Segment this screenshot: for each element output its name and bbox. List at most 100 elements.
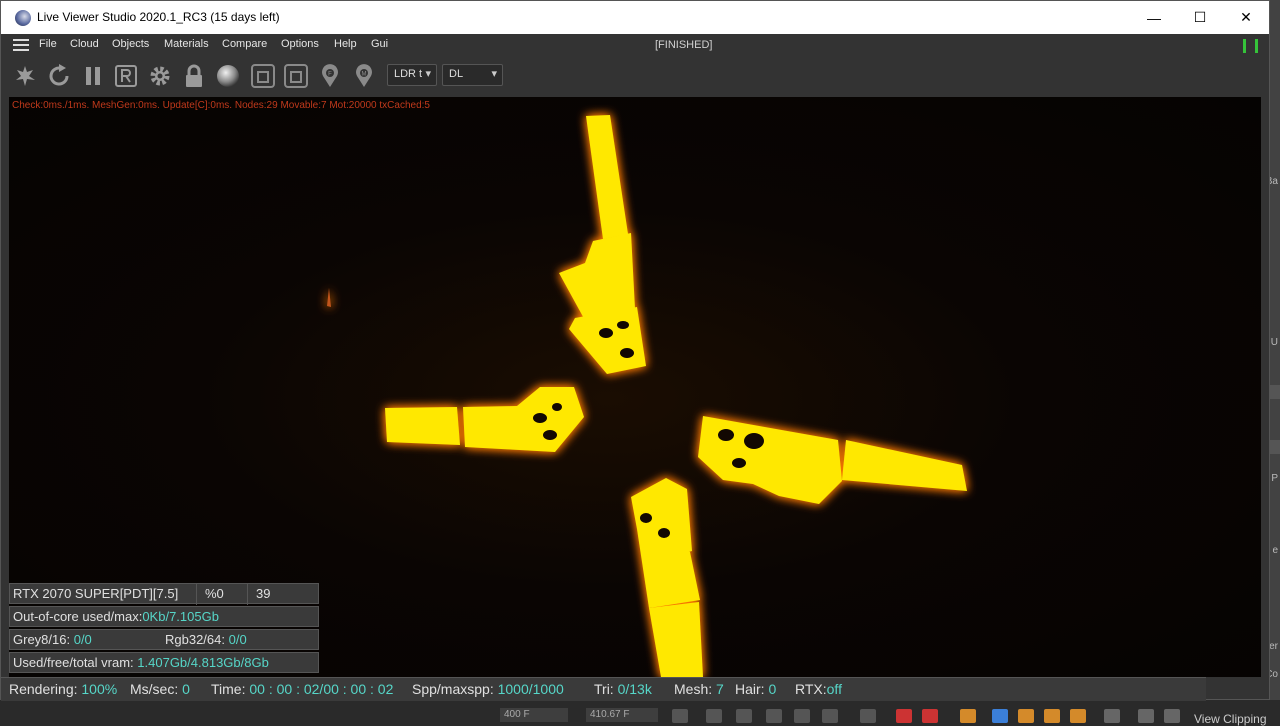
hamburger-menu-icon[interactable] xyxy=(13,39,29,51)
minimize-button[interactable]: — xyxy=(1131,1,1177,34)
pick-focus-icon[interactable]: F xyxy=(318,64,342,88)
pause-icon[interactable] xyxy=(81,64,105,88)
part-hole xyxy=(640,513,652,523)
out-of-core-row: Out-of-core used/max:0Kb/7.105Gb xyxy=(9,606,319,627)
part-hole xyxy=(732,458,746,468)
loop-icon[interactable] xyxy=(860,709,876,723)
part-hole xyxy=(599,328,613,338)
spp-label: Spp/maxspp: xyxy=(412,681,494,697)
scale-key-icon[interactable] xyxy=(1044,709,1060,723)
tri-value: 0/13k xyxy=(617,681,652,697)
rotate-key-icon[interactable] xyxy=(1018,709,1034,723)
svg-text:M: M xyxy=(362,72,367,78)
samples-per-pixel: Spp/maxspp: 1000/1000 xyxy=(412,681,564,697)
vram-row: Used/free/total vram: 1.407Gb/4.813Gb/8G… xyxy=(9,652,319,673)
view-clipping-label[interactable]: View Clipping xyxy=(1194,712,1267,726)
rgb-value: 0/0 xyxy=(228,632,247,647)
part-hole xyxy=(718,429,734,441)
clay-mode-alt-icon[interactable] xyxy=(284,64,308,88)
menu-objects[interactable]: Objects xyxy=(112,38,149,50)
go-start-icon[interactable] xyxy=(672,709,688,723)
menu-file[interactable]: File xyxy=(39,38,57,50)
tonemap-select[interactable]: LDR t ▾ xyxy=(387,64,437,86)
menu-options[interactable]: Options xyxy=(281,38,319,50)
rtx-status: RTX:off xyxy=(795,681,842,697)
rendered-propeller-parts xyxy=(327,115,967,677)
menu-gui[interactable]: Gui xyxy=(371,38,388,50)
menu-help[interactable]: Help xyxy=(334,38,357,50)
svg-text:F: F xyxy=(328,72,332,78)
rendered-part xyxy=(385,407,460,445)
render-status-label: [FINISHED] xyxy=(655,39,713,51)
rendering-label: Rendering: xyxy=(9,681,78,697)
menu-icon[interactable] xyxy=(1164,709,1180,723)
app-logo-icon xyxy=(15,10,31,26)
settings-gear-icon[interactable] xyxy=(148,64,172,88)
menu-materials[interactable]: Materials xyxy=(164,38,209,50)
param-key-icon[interactable] xyxy=(1070,709,1086,723)
close-button[interactable]: ✕ xyxy=(1223,1,1269,34)
host-frame-field[interactable]: 400 F xyxy=(500,708,568,722)
activity-indicator-icon xyxy=(1243,39,1263,53)
restart-icon[interactable] xyxy=(47,64,71,88)
kernel-select[interactable]: DL ▾ xyxy=(442,64,503,86)
title-bar[interactable]: Live Viewer Studio 2020.1_RC3 (15 days l… xyxy=(1,1,1269,34)
play-icon[interactable] xyxy=(766,709,782,723)
part-hole xyxy=(552,403,562,411)
part-hole xyxy=(620,348,634,358)
part-hole xyxy=(658,528,670,538)
rtx-label: RTX: xyxy=(795,681,827,697)
region-render-icon[interactable] xyxy=(114,64,138,88)
triangle-count: Tri: 0/13k xyxy=(594,681,652,697)
host-right-label: er xyxy=(1269,641,1278,652)
part-hole xyxy=(744,433,764,449)
part-hole xyxy=(533,413,547,423)
time-value: 00 : 00 : 02/00 : 00 : 02 xyxy=(249,681,394,697)
key-options-icon[interactable] xyxy=(960,709,976,723)
out-of-core-value: 0Kb/7.105Gb xyxy=(142,609,219,624)
material-ball-icon[interactable] xyxy=(216,64,240,88)
menu-compare[interactable]: Compare xyxy=(222,38,267,50)
rtx-value: off xyxy=(826,681,842,697)
pick-material-icon[interactable]: M xyxy=(352,64,376,88)
part-hole xyxy=(543,430,557,440)
clay-mode-icon[interactable] xyxy=(251,64,275,88)
prev-frame-icon[interactable] xyxy=(736,709,752,723)
host-app-timeline: 400 F 410.67 F View Clipping xyxy=(0,700,1280,726)
rendering-progress: Rendering: 100% xyxy=(9,681,117,697)
time-label: Time: xyxy=(211,681,246,697)
gpu-name: RTX 2070 SUPER[PDT][7.5] xyxy=(13,586,179,601)
menu-cloud[interactable]: Cloud xyxy=(70,38,99,50)
maximize-button[interactable]: ☐ xyxy=(1177,1,1223,34)
lock-icon[interactable] xyxy=(182,64,206,88)
rendered-part xyxy=(698,416,842,504)
gpu-temperature: 39 xyxy=(247,584,278,605)
rendered-part xyxy=(327,288,331,307)
ms-per-sec: Ms/sec: 0 xyxy=(130,681,190,697)
out-of-core-label: Out-of-core used/max: xyxy=(13,609,143,624)
rgb-label: Rgb32/64: xyxy=(165,632,225,647)
host-right-label: P xyxy=(1271,473,1278,484)
timeline-icon[interactable] xyxy=(1138,709,1154,723)
hair-count: Hair: 0 xyxy=(735,681,776,697)
rendered-part xyxy=(569,307,646,374)
go-end-icon[interactable] xyxy=(822,709,838,723)
record-icon[interactable] xyxy=(896,709,912,723)
send-scene-icon[interactable] xyxy=(13,64,37,88)
step-back-icon[interactable] xyxy=(706,709,722,723)
host-right-label: U xyxy=(1270,337,1278,348)
next-frame-icon[interactable] xyxy=(794,709,810,723)
pla-key-icon[interactable] xyxy=(1104,709,1120,723)
move-key-icon[interactable] xyxy=(992,709,1008,723)
window-title: Live Viewer Studio 2020.1_RC3 (15 days l… xyxy=(37,10,280,24)
chevron-down-icon: ▾ xyxy=(425,68,431,80)
rendering-value: 100% xyxy=(81,681,118,697)
rendered-part xyxy=(649,602,703,677)
autokey-icon[interactable] xyxy=(922,709,938,723)
host-frame-field[interactable]: 410.67 F xyxy=(586,708,658,722)
gpu-row: RTX 2070 SUPER[PDT][7.5] %0 39 xyxy=(9,583,319,605)
gpu-usage: %0 xyxy=(196,584,232,605)
rendered-part xyxy=(463,387,584,452)
grey-label: Grey8/16: xyxy=(13,632,71,647)
toolbar: F M LDR t ▾ DL ▾ xyxy=(1,56,1269,96)
